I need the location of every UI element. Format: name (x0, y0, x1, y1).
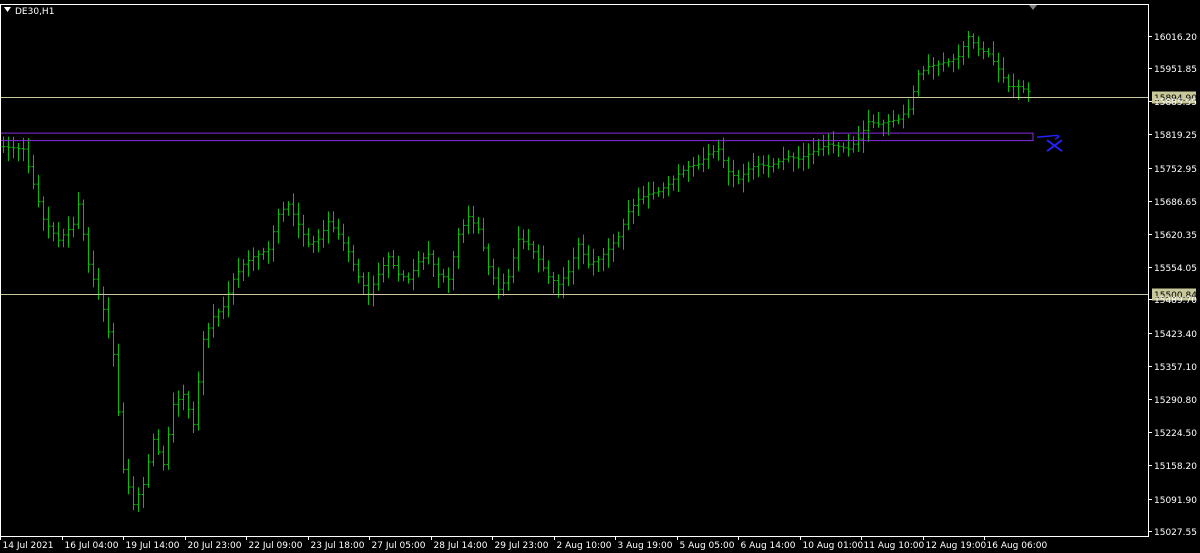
y-tick-label: 15423.40 (1154, 330, 1197, 340)
y-tick-label: 15091.90 (1154, 496, 1197, 506)
y-tick-label: 15620.35 (1154, 231, 1197, 241)
y-tick-label: 15027.55 (1154, 528, 1197, 538)
x-tick-label: 16 Jul 04:00 (65, 541, 119, 551)
price-chart[interactable]: 15894.9015500.84 16016.2015951.8515885.5… (0, 0, 1200, 553)
y-tick-label: 15357.10 (1154, 363, 1197, 373)
x-tick-label: 20 Jul 23:00 (188, 541, 242, 551)
y-tick-label: 15158.20 (1154, 462, 1197, 472)
x-tick-label: 16 Aug 06:00 (987, 541, 1048, 551)
y-tick-label: 16016.20 (1154, 33, 1197, 43)
x-tick-label: 14 Jul 2021 (3, 541, 54, 551)
x-tick-label: 5 Aug 05:00 (680, 541, 735, 551)
x-tick-label: 3 Aug 19:00 (618, 541, 673, 551)
x-tick-label: 23 Jul 18:00 (311, 541, 365, 551)
y-tick-label: 15489.70 (1154, 296, 1197, 306)
x-tick-label: 19 Jul 14:00 (126, 541, 180, 551)
y-tick-label: 15819.25 (1154, 131, 1197, 141)
x-tick-label: 27 Jul 05:00 (372, 541, 426, 551)
y-tick-label: 15224.50 (1154, 429, 1197, 439)
x-tick-label: 10 Aug 01:00 (803, 541, 864, 551)
x-tick-label: 2 Aug 10:00 (557, 541, 612, 551)
x-tick-label: 12 Aug 19:00 (926, 541, 987, 551)
x-tick-label: 29 Jul 23:00 (495, 541, 549, 551)
chart-background (0, 0, 1200, 553)
y-tick-label: 15554.05 (1154, 264, 1197, 274)
y-tick-label: 15686.65 (1154, 198, 1197, 208)
x-tick-label: 22 Jul 09:00 (249, 541, 303, 551)
y-tick-label: 15752.95 (1154, 165, 1197, 175)
x-tick-label: 28 Jul 14:00 (434, 541, 488, 551)
y-tick-label: 15951.85 (1154, 65, 1197, 75)
y-tick-label: 15885.55 (1154, 98, 1197, 108)
x-tick-label: 11 Aug 10:00 (864, 541, 925, 551)
y-tick-label: 15290.80 (1154, 396, 1197, 406)
chart-title: DE30,H1 (15, 7, 54, 17)
x-tick-label: 6 Aug 14:00 (741, 541, 796, 551)
